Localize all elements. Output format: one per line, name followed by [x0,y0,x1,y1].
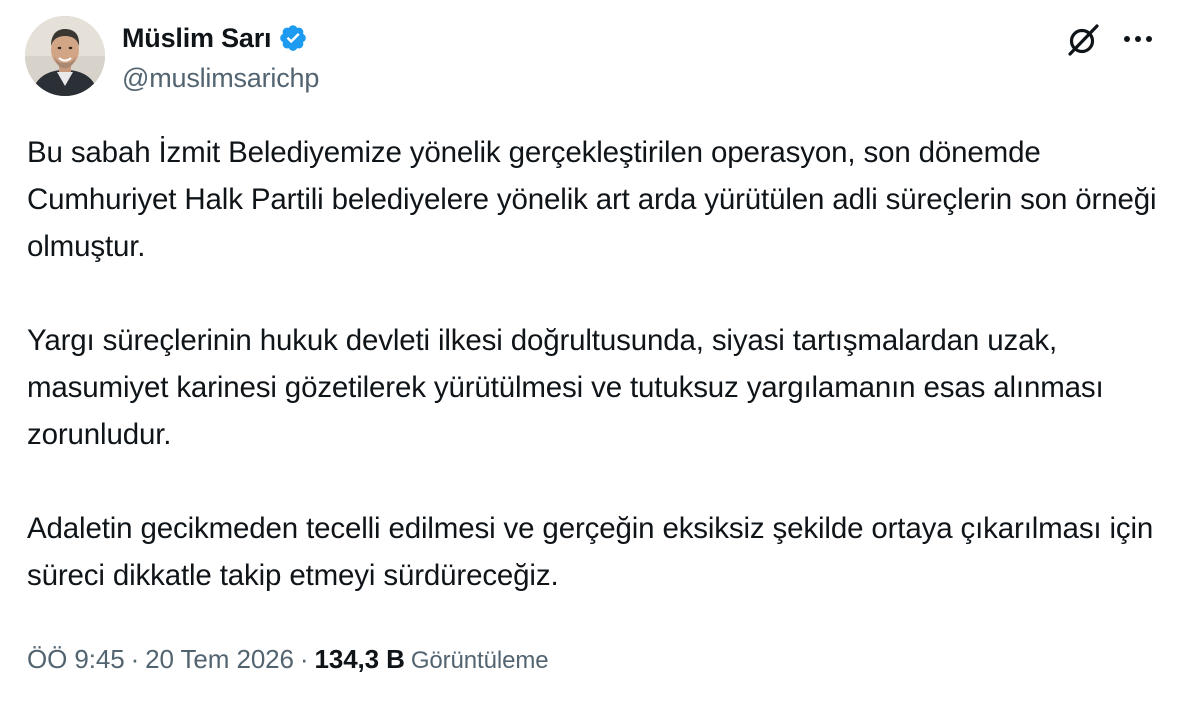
grok-icon[interactable] [1064,21,1102,59]
tweet-time[interactable]: ÖÖ 9:45 [27,644,125,674]
tweet-text: Bu sabah İzmit Belediyemize yönelik gerç… [27,129,1167,599]
author-handle[interactable]: @muslimsarichp [122,63,319,94]
separator: · [299,644,309,674]
separator: · [130,644,140,674]
author-name-row: Müslim Sarı [122,20,308,56]
tweet-paragraph-3: Adaletin gecikmeden tecelli edilmesi ve … [27,512,1154,592]
avatar[interactable] [25,16,105,96]
avatar-photo [25,16,105,96]
more-horizontal-icon[interactable] [1118,26,1158,52]
tweet-date[interactable]: 20 Tem 2026 [145,644,294,674]
views-label: Görüntüleme [410,647,549,674]
verified-badge-icon[interactable] [278,23,308,53]
tweet-paragraph-1: Bu sabah İzmit Belediyemize yönelik gerç… [27,136,1157,263]
dot [1135,36,1141,42]
views-count[interactable]: 134,3 B [314,644,404,674]
tweet-card: Müslim Sarı @muslimsarichp Bu sabah İzmi… [0,0,1194,708]
tweet-paragraph-2: Yargı süreçlerinin hukuk devleti ilkesi … [27,324,1104,451]
author-display-name[interactable]: Müslim Sarı [122,23,272,54]
tweet-metadata: ÖÖ 9:45 · 20 Tem 2026 · 134,3 B Görüntüleme [27,641,549,679]
dot [1146,36,1152,42]
dot [1124,36,1130,42]
